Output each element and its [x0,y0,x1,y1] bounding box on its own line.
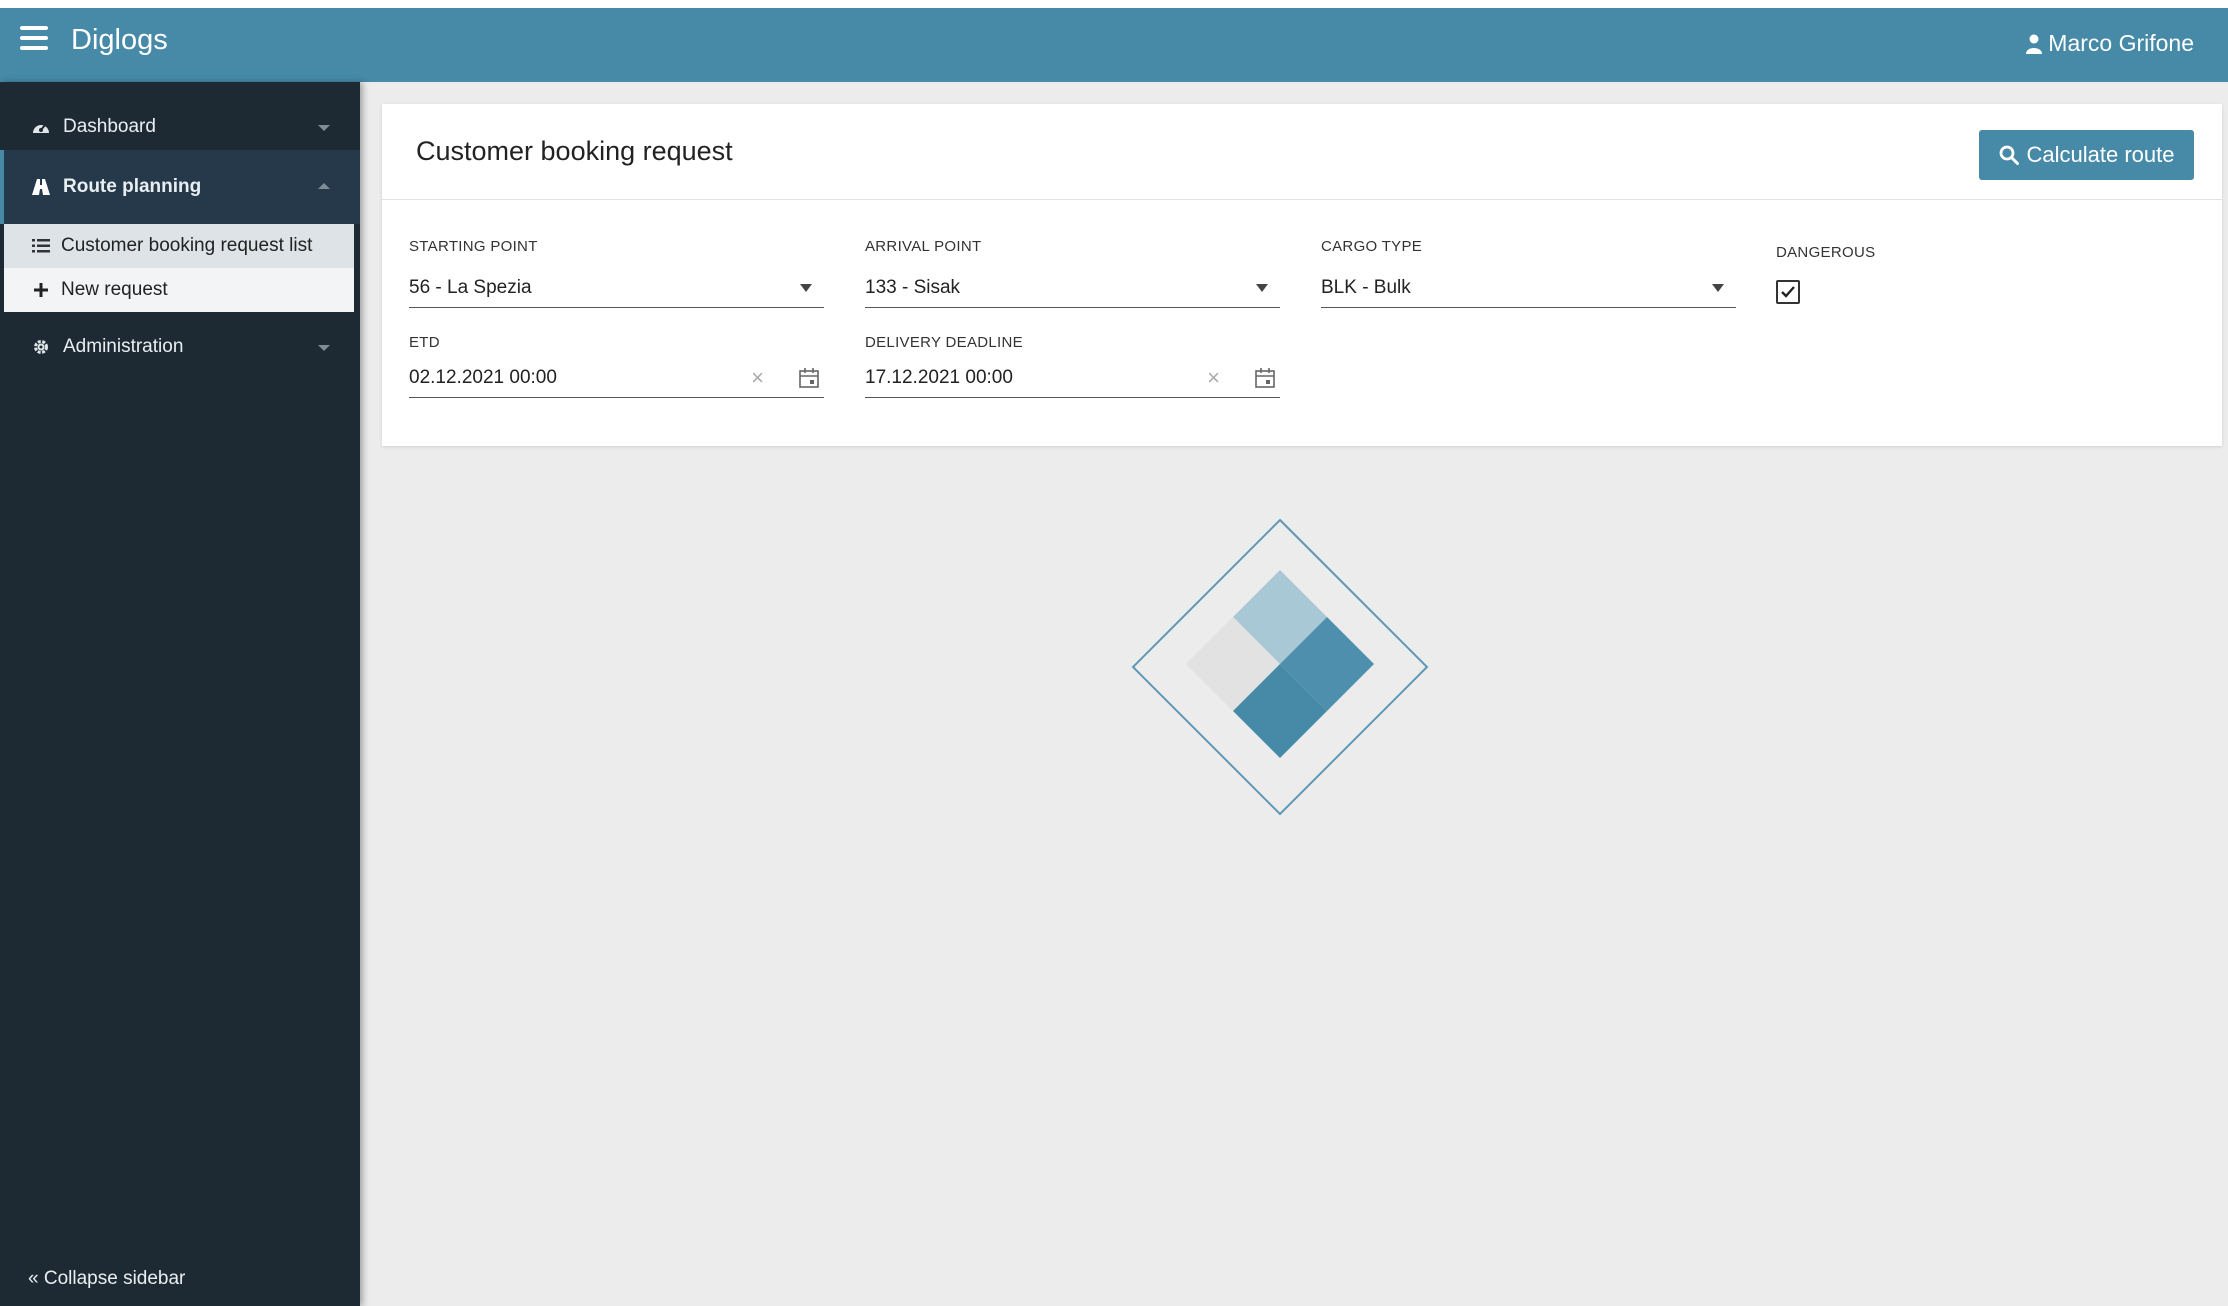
sidebar: Dashboard Route planning Customer bookin… [0,82,360,1306]
clear-icon[interactable]: × [751,365,764,391]
calendar-icon[interactable] [798,367,820,389]
dangerous-label: DANGEROUS [1776,244,1876,261]
sidebar-subitem-label: New request [61,279,168,300]
search-icon [1999,145,2019,165]
collapse-sidebar-button[interactable]: « Collapse sidebar [28,1268,185,1290]
user-icon [2026,34,2043,54]
dashboard-icon [31,117,51,137]
gear-icon [31,337,51,357]
sidebar-item-administration[interactable]: Administration [0,314,360,380]
etd-value: 02.12.2021 00:00 [409,366,557,388]
sidebar-subitem-new-request[interactable]: New request [4,268,354,312]
cargo-type-label: CARGO TYPE [1321,238,1423,255]
arrival-point-select[interactable]: 133 - Sisak [865,268,1280,308]
chevron-up-icon [318,183,330,189]
sidebar-item-label: Administration [63,336,184,357]
page-title: Customer booking request [416,136,733,166]
etd-label: ETD [409,334,440,351]
booking-request-card: Customer booking request Calculate route… [382,104,2222,446]
calendar-icon[interactable] [1254,367,1276,389]
starting-point-label: STARTING POINT [409,238,538,255]
cargo-type-value: BLK - Bulk [1321,276,1411,298]
dropdown-arrow-icon [800,283,812,292]
hamburger-menu-icon[interactable] [20,26,48,50]
main-content: Customer booking request Calculate route… [360,82,2228,1306]
sidebar-item-label: Route planning [63,176,202,197]
app-title: Diglogs [71,24,168,56]
clear-icon[interactable]: × [1207,365,1220,391]
card-header: Customer booking request Calculate route [382,104,2222,200]
starting-point-select[interactable]: 56 - La Spezia [409,268,824,308]
road-icon [31,177,51,197]
chevron-down-icon [318,125,330,131]
checkmark-icon [1781,286,1795,298]
dangerous-checkbox[interactable] [1776,280,1800,304]
dropdown-arrow-icon [1256,283,1268,292]
delivery-deadline-label: DELIVERY DEADLINE [865,334,1023,351]
dropdown-arrow-icon [1712,283,1724,292]
top-bar: Diglogs Marco Grifone [0,8,2228,82]
calculate-route-label: Calculate route [2026,142,2175,167]
cargo-type-select[interactable]: BLK - Bulk [1321,268,1736,308]
plus-icon [31,283,51,297]
delivery-deadline-datetime-input[interactable]: 17.12.2021 00:00 × [865,358,1280,398]
double-chevron-left-icon: « [28,1268,39,1289]
collapse-sidebar-label: Collapse sidebar [43,1268,186,1289]
sidebar-subitem-label: Customer booking request list [61,235,313,256]
etd-datetime-input[interactable]: 02.12.2021 00:00 × [409,358,824,398]
user-name: Marco Grifone [2048,30,2194,56]
list-icon [31,239,51,253]
arrival-point-label: ARRIVAL POINT [865,238,982,255]
sidebar-item-route-planning[interactable]: Route planning [0,150,360,224]
calculate-route-button[interactable]: Calculate route [1979,130,2194,180]
starting-point-value: 56 - La Spezia [409,276,532,298]
loading-logo-icon [1131,518,1429,816]
chevron-down-icon [318,345,330,351]
user-menu[interactable]: Marco Grifone [2026,30,2194,57]
sidebar-item-label: Dashboard [63,116,156,137]
arrival-point-value: 133 - Sisak [865,276,961,298]
delivery-deadline-value: 17.12.2021 00:00 [865,366,1013,388]
sidebar-subitem-customer-booking-request-list[interactable]: Customer booking request list [4,224,354,268]
